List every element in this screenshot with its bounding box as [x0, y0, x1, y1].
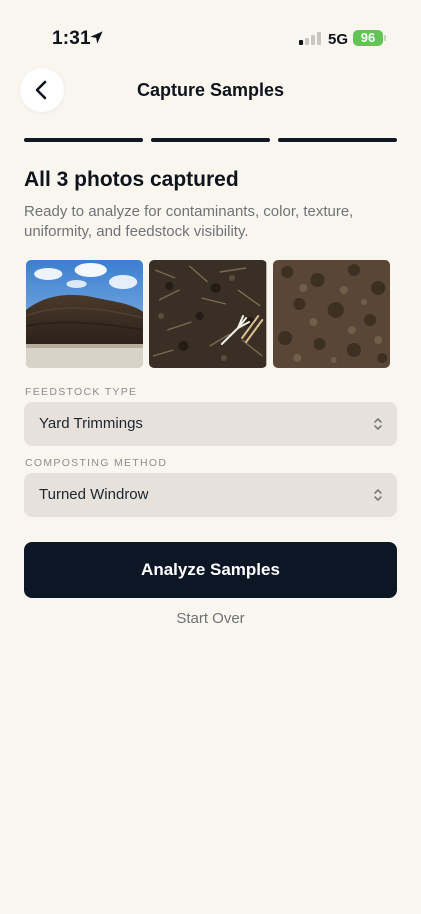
compost-closeup-with-fork-photo[interactable]	[149, 260, 267, 368]
network-type: 5G	[328, 31, 349, 48]
progress-step-3	[278, 138, 397, 142]
step-progress	[24, 138, 397, 142]
status-time: 1:31	[52, 28, 91, 49]
progress-step-1	[24, 138, 143, 142]
progress-step-2	[151, 138, 270, 142]
page-title: Capture Samples	[136, 80, 285, 100]
captured-headline: All 3 photos captured	[24, 168, 239, 191]
battery-cap	[384, 35, 386, 41]
start-over-button[interactable]: Start Over	[0, 610, 421, 627]
chevron-up-down-icon	[374, 418, 382, 430]
feedstock-type-label: FEEDSTOCK TYPE	[25, 386, 138, 398]
feedstock-type-value: Yard Trimmings	[39, 415, 143, 432]
status-bar: 1:31 5G 96	[0, 0, 421, 70]
chevron-up-down-icon	[374, 489, 382, 501]
compost-pile-photo[interactable]	[26, 260, 144, 368]
location-arrow-icon	[90, 31, 103, 44]
battery-icon: 96	[353, 30, 383, 46]
analyze-samples-button[interactable]: Analyze Samples	[24, 542, 397, 598]
composting-method-label: COMPOSTING METHOD	[25, 457, 168, 469]
captured-description: Ready to analyze for contaminants, color…	[24, 203, 354, 240]
feedstock-type-select[interactable]: Yard Trimmings	[24, 402, 397, 446]
photo-strip	[26, 260, 390, 368]
compost-texture-photo[interactable]	[272, 260, 390, 368]
composting-method-value: Turned Windrow	[39, 486, 149, 503]
composting-method-select[interactable]: Turned Windrow	[24, 473, 397, 517]
cellular-signal-icon	[299, 32, 321, 45]
